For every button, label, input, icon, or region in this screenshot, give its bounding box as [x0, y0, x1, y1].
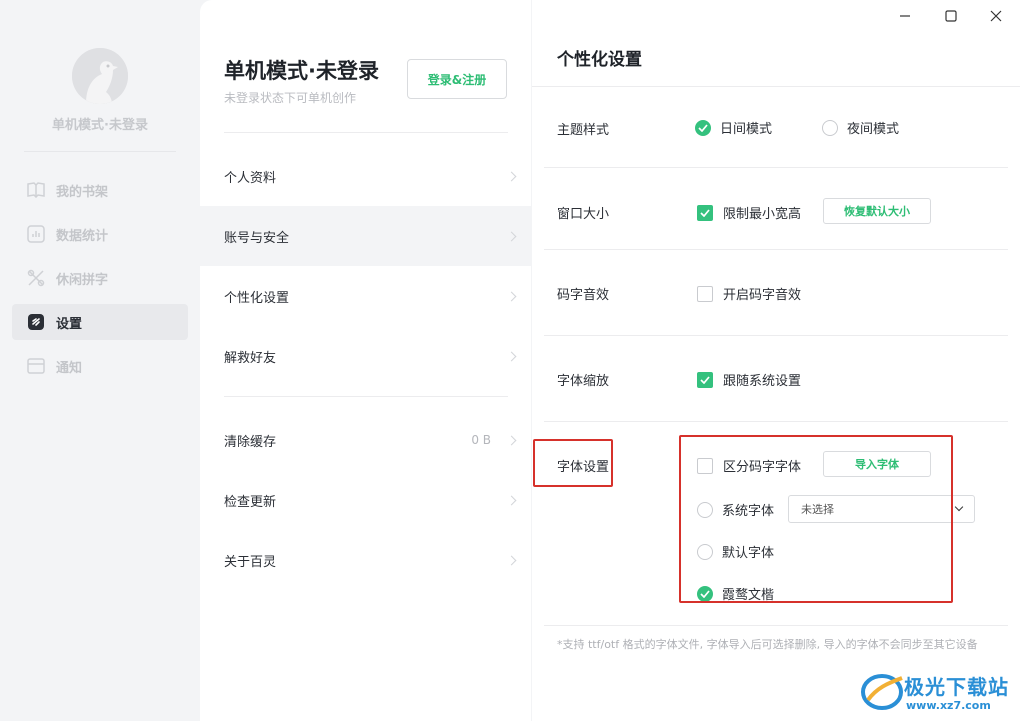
cache-size-value: 0 B: [471, 433, 491, 447]
menu-item-label: 解救好友: [224, 350, 277, 366]
theme-day-label: 日间模式: [720, 122, 773, 137]
divider: [544, 335, 1008, 336]
divider: [532, 86, 1020, 87]
theme-label: 主题样式: [557, 123, 610, 138]
menu-item-account-security[interactable]: 账号与安全: [200, 206, 531, 266]
mail-icon: [26, 356, 46, 376]
puzzle-icon: [26, 268, 46, 288]
divider: [224, 396, 508, 397]
sidebar: 单机模式·未登录 我的书架 数据统计 休闲拼字 设置 通知: [0, 0, 200, 721]
menu-item-about[interactable]: 关于百灵: [200, 530, 531, 590]
sidebar-item-label: 数据统计: [56, 228, 109, 244]
limit-min-size-option[interactable]: 限制最小宽高: [697, 203, 801, 222]
follow-system-label: 跟随系统设置: [723, 374, 802, 389]
menu-item-check-update[interactable]: 检查更新: [200, 470, 531, 530]
divider: [544, 625, 1008, 626]
chart-icon: [26, 224, 46, 244]
menu-item-label: 清除缓存: [224, 434, 277, 450]
theme-night-label: 夜间模式: [847, 122, 900, 137]
divider: [544, 249, 1008, 250]
minimize-button[interactable]: [891, 4, 919, 28]
chevron-right-icon: [506, 435, 517, 445]
chevron-right-icon: [506, 351, 517, 361]
chevron-right-icon: [506, 291, 517, 301]
divider: [544, 167, 1008, 168]
sidebar-item-statistics[interactable]: 数据统计: [12, 216, 188, 252]
minimize-icon: [900, 15, 910, 17]
menu-item-profile[interactable]: 个人资料: [200, 146, 531, 206]
bird-avatar-icon: [72, 48, 128, 104]
chevron-right-icon: [506, 495, 517, 505]
sidebar-item-label: 设置: [56, 316, 83, 332]
menu-item-label: 个性化设置: [224, 290, 290, 306]
menu-item-rescue-friend[interactable]: 解救好友: [200, 326, 531, 386]
watermark-name: 极光下载站: [904, 675, 1009, 699]
checkbox-checked-icon[interactable]: [697, 204, 713, 221]
menu-item-label: 检查更新: [224, 494, 277, 510]
login-register-button[interactable]: 登录&注册: [407, 59, 507, 99]
sidebar-item-bookshelf[interactable]: 我的书架: [12, 172, 188, 208]
checkbox-unchecked-icon[interactable]: [697, 285, 713, 302]
divider: [544, 421, 1008, 422]
sidebar-item-settings[interactable]: 设置: [12, 304, 188, 340]
sidebar-user-name: 单机模式·未登录: [52, 118, 148, 133]
typing-sound-label: 码字音效: [557, 288, 610, 303]
typing-sound-option-label: 开启码字音效: [723, 288, 802, 303]
sidebar-item-label: 通知: [56, 360, 83, 376]
highlight-box: [533, 439, 613, 487]
settings-icon: [26, 312, 46, 332]
book-icon: [26, 180, 46, 200]
menu-item-personalization[interactable]: 个性化设置: [200, 266, 531, 326]
menu-item-label: 关于百灵: [224, 554, 277, 570]
avatar[interactable]: [72, 48, 128, 104]
account-title: 单机模式·未登录: [224, 59, 379, 83]
account-subtitle: 未登录状态下可单机创作: [224, 91, 357, 105]
reset-size-button[interactable]: 恢复默认大小: [823, 198, 931, 224]
watermark-url: www.xz7.com: [906, 699, 991, 712]
divider: [24, 151, 176, 152]
menu-item-clear-cache[interactable]: 清除缓存 0 B: [200, 410, 531, 470]
menu-item-label: 账号与安全: [224, 230, 290, 246]
limit-min-size-label: 限制最小宽高: [723, 207, 802, 222]
chevron-right-icon: [506, 231, 517, 241]
window-size-label: 窗口大小: [557, 207, 610, 222]
account-menu-panel: 单机模式·未登录 未登录状态下可单机创作 登录&注册 个人资料 账号与安全 个性…: [200, 0, 531, 721]
close-icon: [990, 10, 1002, 22]
theme-day-option[interactable]: 日间模式: [695, 118, 772, 137]
chevron-right-icon: [506, 555, 517, 565]
divider: [224, 132, 508, 133]
close-button[interactable]: [982, 4, 1010, 28]
chevron-down-icon: [954, 502, 964, 512]
sidebar-item-puzzle[interactable]: 休闲拼字: [12, 260, 188, 296]
theme-night-option[interactable]: 夜间模式: [822, 118, 899, 137]
sidebar-item-notifications[interactable]: 通知: [12, 348, 188, 384]
radio-checked-icon[interactable]: [695, 119, 711, 136]
maximize-button[interactable]: [937, 4, 965, 28]
personalization-settings-panel: 个性化设置 主题样式 日间模式 夜间模式 窗口大小 限制最小宽高 恢复默认大小 …: [532, 0, 1020, 721]
font-scale-label: 字体缩放: [557, 374, 610, 389]
font-footnote: *支持 ttf/otf 格式的字体文件, 字体导入后可选择删除, 导入的字体不会…: [557, 638, 978, 651]
menu-item-label: 个人资料: [224, 170, 277, 186]
sidebar-item-label: 休闲拼字: [56, 272, 109, 288]
highlight-box: [679, 435, 953, 603]
page-title: 个性化设置: [557, 50, 642, 70]
sidebar-item-label: 我的书架: [56, 184, 109, 200]
follow-system-option[interactable]: 跟随系统设置: [697, 370, 801, 389]
radio-unchecked-icon[interactable]: [822, 119, 838, 136]
chevron-right-icon: [506, 171, 517, 181]
maximize-icon: [945, 10, 957, 22]
checkbox-checked-icon[interactable]: [697, 371, 713, 388]
typing-sound-option[interactable]: 开启码字音效: [697, 284, 801, 303]
